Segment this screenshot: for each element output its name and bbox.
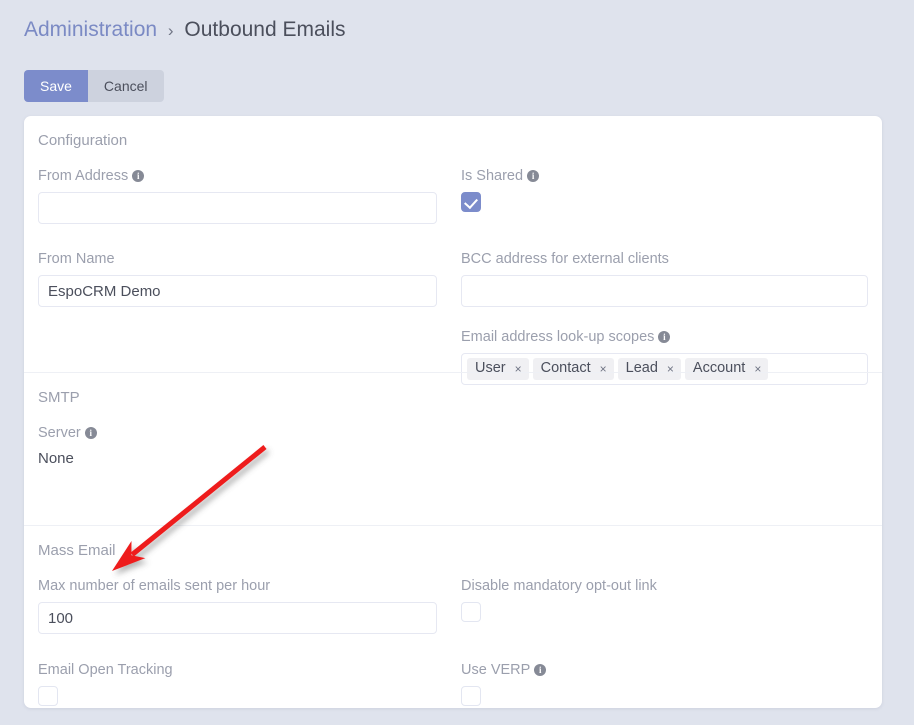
field-smtp-server-label: Server i <box>38 424 437 442</box>
panel-mass-email-title: Mass Email <box>38 542 116 559</box>
field-disable-optout: Disable mandatory opt-out link <box>453 577 868 638</box>
smtp-server-value: None <box>38 450 74 467</box>
panel-configuration: Configuration From Address i Is Shared i F… <box>24 116 882 385</box>
field-lookup-scopes-label: Email address look-up scopes i <box>461 328 868 346</box>
disable-optout-checkbox[interactable] <box>461 602 481 622</box>
field-is-shared: Is Shared i <box>453 167 868 228</box>
panel-smtp-title: SMTP <box>38 389 80 406</box>
breadcrumb: Administration › Outbound Emails <box>24 16 346 45</box>
field-from-name: From Name <box>38 250 453 311</box>
field-bcc-address: BCC address for external clients <box>453 250 868 311</box>
field-spacer <box>453 424 868 473</box>
field-max-per-hour-label: Max number of emails sent per hour <box>38 578 271 594</box>
use-verp-checkbox[interactable] <box>461 686 481 706</box>
page-title: Outbound Emails <box>184 18 346 41</box>
save-button[interactable]: Save <box>24 70 88 102</box>
breadcrumb-link-administration[interactable]: Administration <box>24 18 157 41</box>
breadcrumb-separator: › <box>167 21 174 40</box>
field-max-per-hour: Max number of emails sent per hour <box>38 577 453 638</box>
field-use-verp: Use VERP i <box>453 661 868 708</box>
max-per-hour-input[interactable] <box>38 602 437 634</box>
field-bcc-address-label: BCC address for external clients <box>461 251 669 267</box>
panel-mass-email: Mass Email Max number of emails sent per… <box>24 525 882 708</box>
panel-configuration-title: Configuration <box>38 132 128 149</box>
from-address-input[interactable] <box>38 192 437 224</box>
field-from-address: From Address i <box>38 167 453 228</box>
field-open-tracking: Email Open Tracking <box>38 661 453 708</box>
field-use-verp-label: Use VERP i <box>461 661 868 679</box>
info-icon[interactable]: i <box>132 170 145 182</box>
field-from-name-label: From Name <box>38 251 115 267</box>
bcc-address-input[interactable] <box>461 275 868 307</box>
toolbar: Save Cancel <box>24 70 164 102</box>
field-open-tracking-label: Email Open Tracking <box>38 662 173 678</box>
info-icon[interactable]: i <box>527 170 540 182</box>
panel-smtp: SMTP Server i None <box>24 372 882 525</box>
field-disable-optout-label: Disable mandatory opt-out link <box>461 578 657 594</box>
is-shared-checkbox[interactable] <box>461 192 481 212</box>
settings-card: Configuration From Address i Is Shared i F… <box>24 116 882 708</box>
field-from-address-label: From Address i <box>38 167 437 185</box>
cancel-button[interactable]: Cancel <box>87 70 164 102</box>
field-smtp-server: Server i None <box>38 424 453 473</box>
from-name-input[interactable] <box>38 275 437 307</box>
field-is-shared-label: Is Shared i <box>461 167 868 185</box>
info-icon[interactable]: i <box>84 427 97 439</box>
info-icon[interactable]: i <box>534 664 547 676</box>
open-tracking-checkbox[interactable] <box>38 686 58 706</box>
info-icon[interactable]: i <box>658 331 671 343</box>
